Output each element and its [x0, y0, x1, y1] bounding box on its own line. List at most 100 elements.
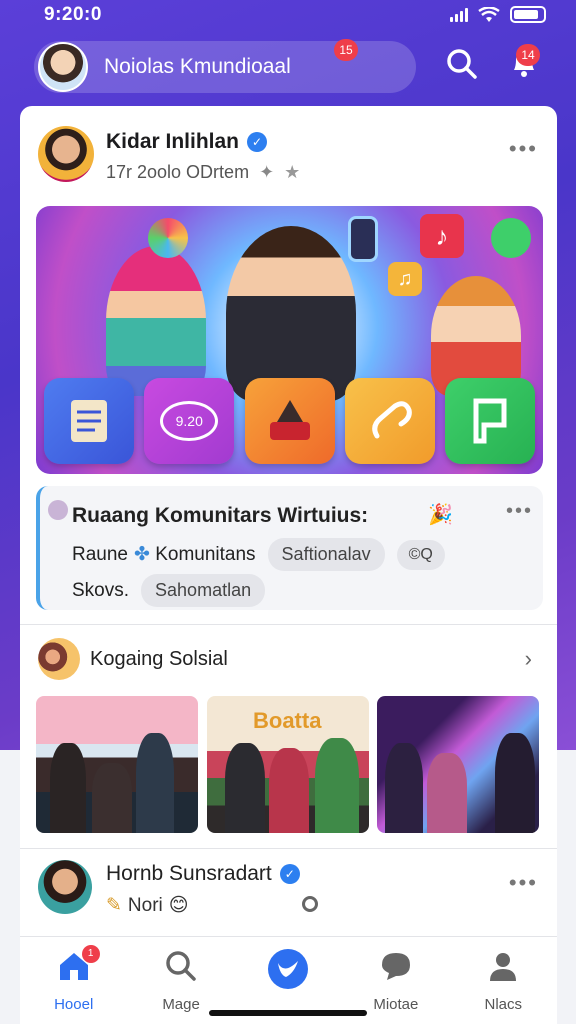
- chat-bubble-icon: [381, 953, 410, 980]
- post2-sub-text: Nori: [127, 894, 163, 916]
- status-time: 9:20:0: [44, 4, 102, 25]
- phone-icon: [348, 216, 378, 262]
- community-icon: [48, 500, 68, 520]
- chat-bubble-icon: 9.20: [160, 401, 219, 441]
- star-icon: ★: [284, 162, 301, 182]
- notes-app-tile[interactable]: [44, 378, 134, 464]
- header-badge: 15: [334, 39, 358, 61]
- group-photo-3[interactable]: [377, 696, 539, 833]
- hero-figure-left: [106, 246, 206, 396]
- community-title: Ruaang Komunitars Wirtuius:: [72, 504, 369, 527]
- post2-sub: ✎ Nori 😊: [106, 894, 189, 917]
- signal-icon: [450, 7, 468, 22]
- notes-icon: [71, 400, 107, 442]
- author-avatar[interactable]: [38, 126, 94, 182]
- community-chip-2[interactable]: Sahomatlan: [141, 574, 266, 607]
- status-icons: [450, 6, 546, 23]
- feed-card: Kidar Inlihlan ✓ 17r 2oolo ODrtem ✦ ★ ••…: [20, 106, 557, 1024]
- photo-figure: [92, 763, 132, 833]
- post-author-name: Kidar Inlihlan: [106, 130, 240, 153]
- battery-icon: [510, 6, 546, 23]
- bird-icon: [268, 949, 309, 989]
- photo-figure: [225, 743, 265, 833]
- music-app-tile[interactable]: [344, 378, 435, 464]
- post-meta-text: 17r 2oolo ODrtem: [106, 162, 250, 182]
- search-button[interactable]: [444, 46, 484, 86]
- flag-app-tile[interactable]: [445, 378, 535, 464]
- link-icon: [372, 401, 412, 439]
- photo-figure: [50, 743, 86, 833]
- chat-app-tile[interactable]: 9.20: [144, 378, 235, 464]
- tab-home[interactable]: 1 Hooel: [24, 937, 124, 1013]
- community-row-2: Skovs. Sahomatlan: [72, 574, 266, 607]
- author-avatar[interactable]: [38, 860, 92, 914]
- photo-figure: [136, 733, 174, 833]
- sparkle-icon: ✤: [134, 544, 150, 565]
- notification-badge: 14: [516, 44, 540, 66]
- header-profile-pill[interactable]: Noiolas Kmundioaal 15: [34, 39, 416, 93]
- community-row-1: Raune ✤ Komunitans Saftionalav ©Q: [72, 538, 445, 571]
- group-header[interactable]: Kogaing Solsial ›: [38, 636, 538, 682]
- post2-author-name: Hornb Sunsradart: [106, 862, 272, 885]
- music-note-icon: ♫: [388, 262, 422, 296]
- photo-figure: [269, 748, 309, 833]
- post-meta: 17r 2oolo ODrtem ✦ ★: [106, 162, 300, 183]
- whatsapp-icon: [491, 218, 531, 258]
- community-row1-b: ✤ Komunitans: [134, 543, 256, 566]
- community-chip-1[interactable]: Saftionalav: [267, 538, 385, 571]
- post-hero-image[interactable]: ♪ ♫ 9.20: [36, 206, 543, 474]
- more-options-icon[interactable]: •••: [509, 870, 538, 896]
- status-bar: 9:20:0: [0, 0, 576, 34]
- divider: [20, 624, 557, 625]
- photo-figure: [427, 753, 467, 833]
- party-icon: 🎉: [428, 504, 453, 526]
- flag-icon: [473, 398, 507, 444]
- community-row1-b-text: Komunitans: [155, 544, 256, 565]
- hero-figure-center: [226, 226, 356, 401]
- globe-icon: [302, 896, 318, 912]
- community-more-icon[interactable]: •••: [506, 500, 533, 523]
- shop-app-tile[interactable]: [244, 378, 335, 464]
- profile-icon: [490, 953, 517, 981]
- verified-icon: ✓: [247, 132, 268, 152]
- photo-banner-text: Boatta: [253, 708, 322, 733]
- photo-figure: [315, 738, 359, 833]
- tab-badge: 1: [81, 945, 100, 963]
- wifi-icon: [478, 6, 500, 22]
- tab-profile[interactable]: Nlacs: [453, 937, 553, 1013]
- post2-author[interactable]: Hornb Sunsradart ✓: [106, 862, 300, 886]
- music-note-icon: ♪: [420, 214, 464, 258]
- post-author[interactable]: Kidar Inlihlan ✓: [106, 130, 268, 154]
- app-tile-row: 9.20: [44, 378, 535, 468]
- photo-figure: [495, 733, 535, 833]
- group-title: Kogaing Solsial: [90, 648, 228, 670]
- group-photo-1[interactable]: [36, 696, 198, 833]
- verified-icon: ✓: [279, 864, 300, 884]
- balloon-icon: [148, 218, 188, 258]
- group-avatar: [38, 638, 80, 680]
- community-row2-text: Skovs.: [72, 579, 130, 601]
- tab-label: Hooel: [54, 996, 94, 1013]
- chevron-right-icon[interactable]: ›: [525, 646, 532, 672]
- shopping-bag-icon: [269, 400, 310, 440]
- header-title: Noiolas Kmundioaal: [104, 55, 291, 78]
- tab-messages[interactable]: Miotae: [346, 937, 446, 1013]
- avatar[interactable]: [38, 42, 88, 92]
- tab-create[interactable]: [238, 937, 338, 989]
- tab-search[interactable]: Mage: [131, 937, 231, 1013]
- group-photo-2[interactable]: Boatta: [207, 696, 369, 833]
- more-options-icon[interactable]: •••: [509, 136, 538, 162]
- post-header: Kidar Inlihlan ✓ 17r 2oolo ODrtem ✦ ★ ••…: [38, 126, 538, 186]
- search-icon: [166, 951, 196, 981]
- sparkle-icon: ✦: [259, 162, 275, 182]
- divider: [20, 848, 557, 849]
- community-row1-a: Raune: [72, 543, 128, 565]
- community-box[interactable]: Ruaang Komunitars Wirtuius: 🎉 ••• Raune …: [36, 486, 543, 610]
- pen-icon: ✎: [106, 895, 122, 916]
- search-icon: [447, 49, 477, 79]
- post2-header: Hornb Sunsradart ✓ ✎ Nori 😊 •••: [38, 860, 538, 924]
- home-indicator: [209, 1010, 367, 1016]
- tab-label: Nlacs: [484, 996, 522, 1013]
- emoji-icon: 😊: [168, 895, 189, 916]
- community-chip-icon[interactable]: ©Q: [396, 539, 445, 570]
